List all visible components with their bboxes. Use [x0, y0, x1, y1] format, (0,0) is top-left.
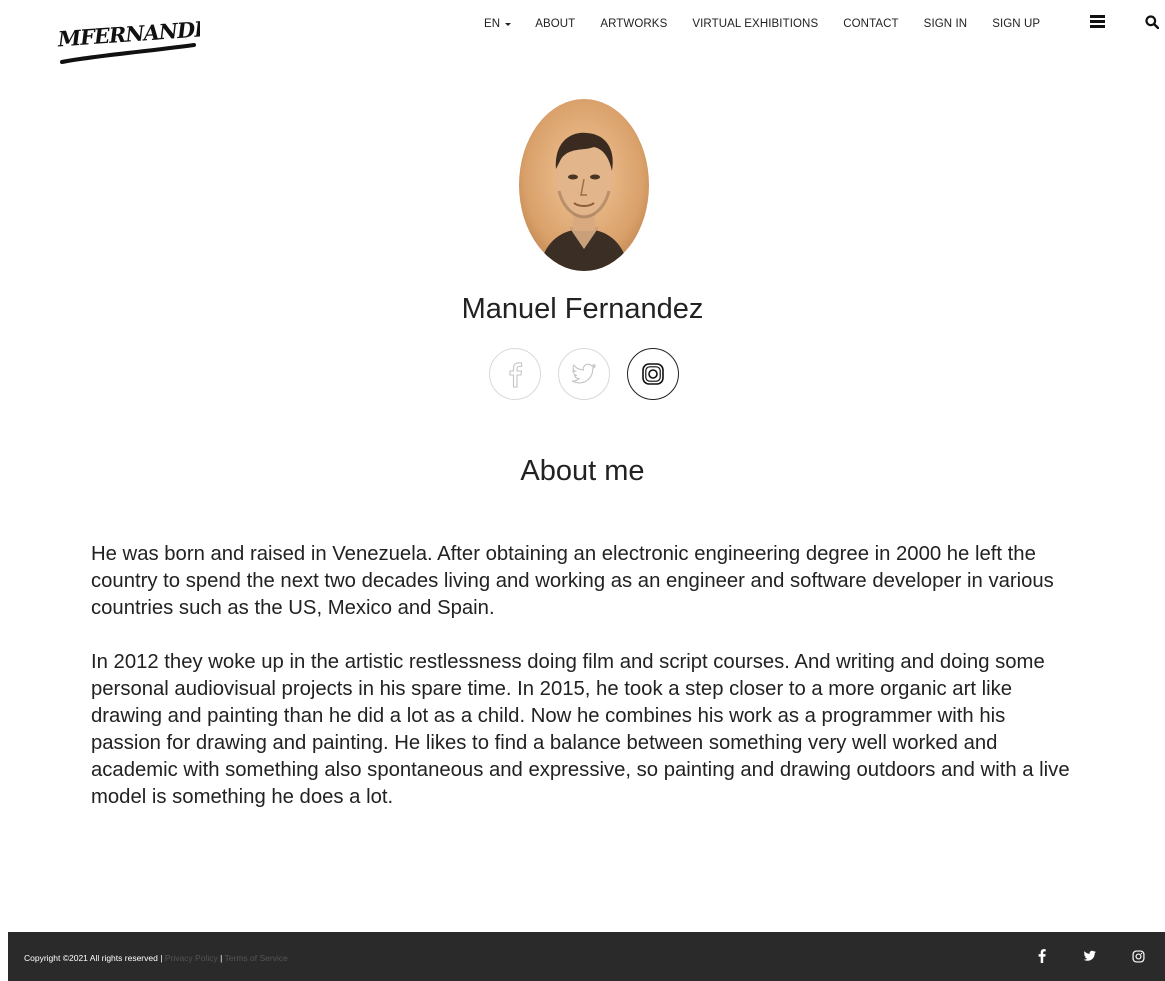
site-footer: Copyright ©2021 All rights reserved | Pr…: [8, 932, 1165, 981]
avatar: [519, 99, 649, 271]
nav-virtual-exhibitions[interactable]: VIRTUAL EXHIBITIONS: [692, 18, 818, 30]
biography: He was born and raised in Venezuela. Aft…: [91, 541, 1076, 838]
twitter-icon: [571, 363, 597, 384]
instagram-button[interactable]: [627, 348, 679, 400]
nav-sign-in[interactable]: SIGN IN: [924, 18, 968, 30]
footer-separator: |: [220, 953, 223, 963]
menu-icon[interactable]: [1090, 15, 1105, 28]
logo-signature: MFERNANDEZ: [56, 15, 226, 64]
footer-twitter-icon[interactable]: [1083, 949, 1097, 963]
footer-instagram-icon[interactable]: [1131, 949, 1145, 963]
profile-social-links: [489, 348, 679, 400]
nav-sign-up[interactable]: SIGN UP: [992, 18, 1040, 30]
artist-name: Manuel Fernandez: [461, 293, 704, 325]
nav-artworks[interactable]: ARTWORKS: [600, 18, 667, 30]
language-label: EN: [484, 18, 501, 30]
caret-down-icon: [505, 22, 512, 26]
site-logo[interactable]: MFERNANDEZ: [52, 14, 226, 70]
footer-legal: Copyright ©2021 All rights reserved | Pr…: [24, 953, 288, 963]
search-icon[interactable]: [1145, 15, 1160, 30]
footer-social-links: [1001, 949, 1145, 963]
copyright-text: Copyright ©2021 All rights reserved: [24, 953, 158, 963]
facebook-icon: [509, 362, 523, 388]
footer-separator: |: [160, 953, 163, 963]
instagram-icon: [642, 363, 664, 385]
language-selector[interactable]: EN: [484, 18, 512, 30]
twitter-button[interactable]: [558, 348, 610, 400]
footer-facebook-icon[interactable]: [1035, 949, 1049, 963]
nav-about[interactable]: ABOUT: [535, 18, 575, 30]
about-heading: About me: [520, 455, 645, 487]
main-nav: EN ABOUT ARTWORKS VIRTUAL EXHIBITIONS CO…: [484, 16, 1065, 32]
privacy-policy-link[interactable]: Privacy Policy: [165, 953, 218, 963]
bio-paragraph-2: In 2012 they woke up in the artistic res…: [91, 651, 1070, 808]
nav-contact[interactable]: CONTACT: [843, 18, 898, 30]
portrait-illustration: [519, 99, 649, 271]
facebook-button[interactable]: [489, 348, 541, 400]
terms-of-service-link[interactable]: Terms of Service: [225, 953, 288, 963]
bio-paragraph-1: He was born and raised in Venezuela. Aft…: [91, 543, 1054, 619]
